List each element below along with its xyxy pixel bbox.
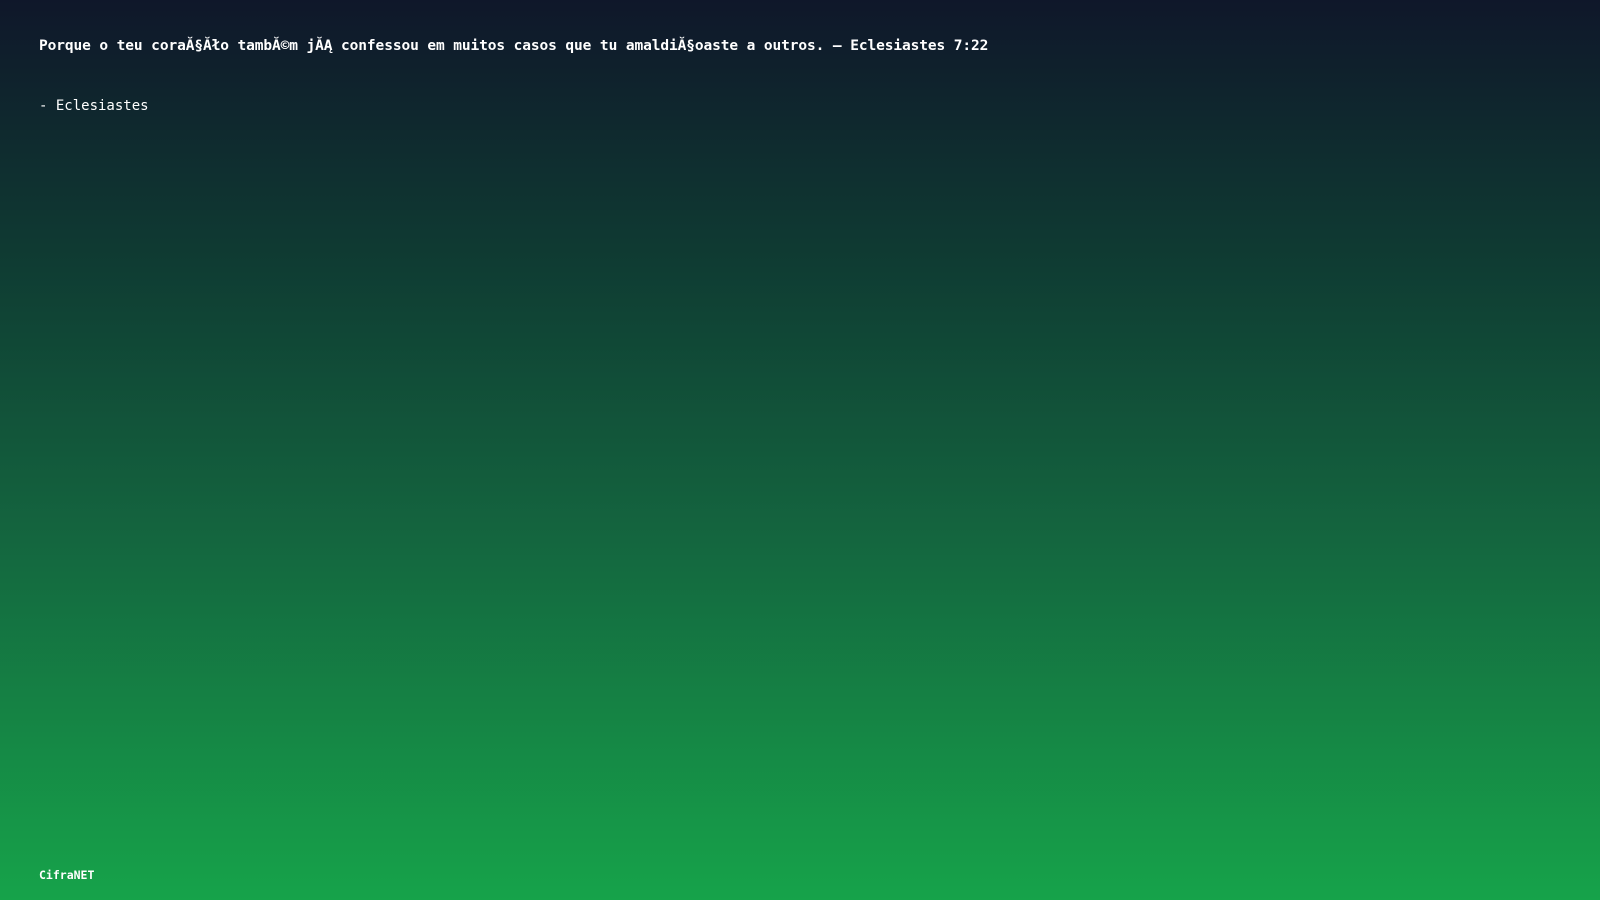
brand-label: CifraNET <box>39 868 95 882</box>
verse-attribution: - Eclesiastes <box>39 98 149 114</box>
verse-text: Porque o teu coraĂ§Ăło tambĂ©m jĂĄ confe… <box>39 38 989 54</box>
